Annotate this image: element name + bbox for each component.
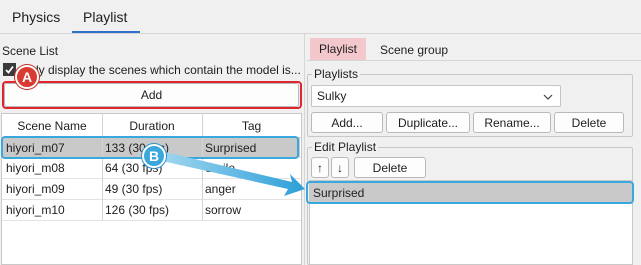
annotation-arrow <box>162 152 305 196</box>
annotation-badge-a: A <box>15 65 39 89</box>
annotation-badge-b: B <box>142 144 166 168</box>
